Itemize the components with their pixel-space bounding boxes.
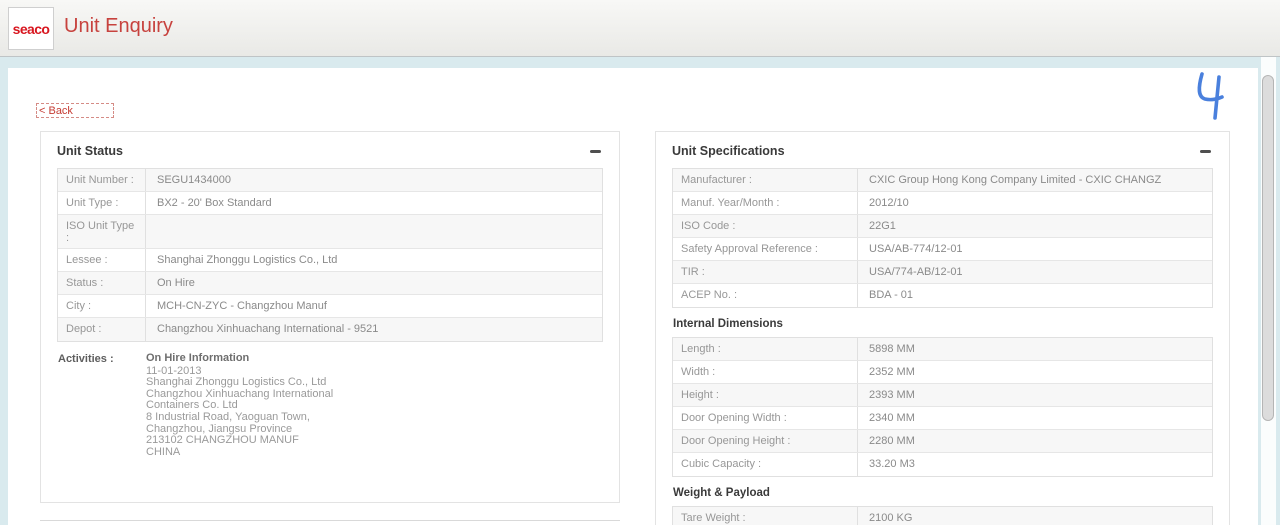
row-value: 22G1 bbox=[869, 220, 896, 232]
row-label: Manuf. Year/Month : bbox=[673, 192, 858, 214]
row-value: 2100 KG bbox=[869, 512, 913, 524]
internal-dimensions-title: Internal Dimensions bbox=[673, 318, 783, 330]
collapse-minus-icon[interactable] bbox=[1200, 149, 1211, 153]
table-row: Tare Weight : 2100 KG bbox=[673, 507, 1212, 525]
table-row: Unit Number : SEGU1434000 bbox=[58, 169, 602, 192]
row-value bbox=[146, 215, 602, 248]
row-label: Cubic Capacity : bbox=[673, 453, 858, 476]
row-value: USA/774-AB/12-01 bbox=[869, 266, 963, 278]
row-value: 2280 MM bbox=[869, 435, 915, 447]
table-row: ISO Unit Type : bbox=[58, 215, 602, 249]
activity-line: 8 Industrial Road, Yaoguan Town, bbox=[146, 410, 310, 423]
row-label: Unit Type : bbox=[58, 192, 146, 214]
table-row: ACEP No. : BDA - 01 bbox=[673, 284, 1212, 307]
internal-dimensions-table: Length : 5898 MM Width : 2352 MM Height … bbox=[672, 337, 1213, 477]
weight-payload-title: Weight & Payload bbox=[673, 487, 770, 499]
row-label: City : bbox=[58, 295, 146, 317]
table-row: ISO Code : 22G1 bbox=[673, 215, 1212, 238]
unit-specifications-table: Manufacturer : CXIC Group Hong Kong Comp… bbox=[672, 168, 1213, 308]
table-row: Width : 2352 MM bbox=[673, 361, 1212, 384]
row-label: Lessee : bbox=[58, 249, 146, 271]
row-value: Shanghai Zhonggu Logistics Co., Ltd bbox=[157, 254, 338, 266]
table-row: Depot : Changzhou Xinhuachang Internatio… bbox=[58, 318, 602, 341]
row-label: Depot : bbox=[58, 318, 146, 341]
row-value: On Hire bbox=[157, 277, 195, 289]
row-value: 2352 MM bbox=[869, 366, 915, 378]
table-row: Unit Type : BX2 - 20' Box Standard bbox=[58, 192, 602, 215]
row-value: BX2 - 20' Box Standard bbox=[157, 197, 272, 209]
page-title: Unit Enquiry bbox=[64, 15, 173, 37]
unit-status-panel: Unit Status Unit Number : SEGU1434000 Un… bbox=[40, 131, 620, 503]
row-label: Unit Number : bbox=[58, 169, 146, 191]
activities-label: Activities : bbox=[58, 353, 114, 365]
row-value: Changzhou Xinhuachang International - 95… bbox=[157, 323, 379, 335]
weight-payload-table: Tare Weight : 2100 KG bbox=[672, 506, 1213, 525]
table-row: Cubic Capacity : 33.20 M3 bbox=[673, 453, 1212, 476]
row-value: BDA - 01 bbox=[869, 289, 914, 301]
activities-content: On Hire Information 11-01-2013 Shanghai … bbox=[146, 352, 333, 459]
row-label: Status : bbox=[58, 272, 146, 294]
row-label: TIR : bbox=[673, 261, 858, 283]
unit-status-title: Unit Status bbox=[57, 144, 123, 158]
row-label: ACEP No. : bbox=[673, 284, 858, 307]
row-value: 2340 MM bbox=[869, 412, 915, 424]
row-value: 2012/10 bbox=[869, 197, 909, 209]
seaco-logo[interactable]: seaco bbox=[8, 7, 54, 50]
activities-heading: On Hire Information bbox=[146, 352, 250, 364]
row-value: CXIC Group Hong Kong Company Limited - C… bbox=[869, 174, 1162, 186]
vertical-scrollbar-thumb[interactable] bbox=[1262, 75, 1274, 421]
activity-line: 213102 CHANGZHOU MANUF bbox=[146, 434, 299, 447]
row-value: MCH-CN-ZYC - Changzhou Manuf bbox=[157, 300, 327, 312]
table-row: Length : 5898 MM bbox=[673, 338, 1212, 361]
row-label: Width : bbox=[673, 361, 858, 383]
unit-status-header: Unit Status bbox=[57, 143, 603, 159]
table-row: Door Opening Width : 2340 MM bbox=[673, 407, 1212, 430]
row-value: USA/AB-774/12-01 bbox=[869, 243, 963, 255]
unit-specifications-title: Unit Specifications bbox=[672, 144, 785, 158]
row-label: Tare Weight : bbox=[673, 507, 858, 525]
next-section-top-edge bbox=[40, 520, 620, 521]
row-value: SEGU1434000 bbox=[157, 174, 231, 186]
row-label: Door Opening Width : bbox=[673, 407, 858, 429]
row-label: Safety Approval Reference : bbox=[673, 238, 858, 260]
table-row: City : MCH-CN-ZYC - Changzhou Manuf bbox=[58, 295, 602, 318]
unit-status-table: Unit Number : SEGU1434000 Unit Type : BX… bbox=[57, 168, 603, 342]
row-value: 5898 MM bbox=[869, 343, 915, 355]
row-label: Door Opening Height : bbox=[673, 430, 858, 452]
seaco-logo-text: seaco bbox=[12, 20, 50, 37]
unit-specifications-panel: Unit Specifications Manufacturer : CXIC … bbox=[655, 131, 1230, 525]
activities-section: Activities : On Hire Information 11-01-2… bbox=[57, 352, 603, 459]
row-label: Height : bbox=[673, 384, 858, 406]
table-row: Manufacturer : CXIC Group Hong Kong Comp… bbox=[673, 169, 1212, 192]
row-label: Manufacturer : bbox=[673, 169, 858, 191]
activities-lines: 11-01-2013 Shanghai Zhonggu Logistics Co… bbox=[146, 365, 333, 459]
table-row: Height : 2393 MM bbox=[673, 384, 1212, 407]
handwritten-4-strokes bbox=[1197, 72, 1224, 120]
activity-line: CHINA bbox=[146, 445, 181, 458]
table-row: TIR : USA/774-AB/12-01 bbox=[673, 261, 1212, 284]
back-link[interactable]: < Back bbox=[36, 103, 114, 118]
table-row: Safety Approval Reference : USA/AB-774/1… bbox=[673, 238, 1212, 261]
row-label: ISO Code : bbox=[673, 215, 858, 237]
row-value: 2393 MM bbox=[869, 389, 915, 401]
row-value: 33.20 M3 bbox=[869, 458, 915, 470]
table-row: Status : On Hire bbox=[58, 272, 602, 295]
handwritten-4-annotation: 4 bbox=[1192, 70, 1226, 122]
table-row: Door Opening Height : 2280 MM bbox=[673, 430, 1212, 453]
row-label: Length : bbox=[673, 338, 858, 360]
header-bar: seaco Unit Enquiry bbox=[0, 0, 1280, 57]
row-label: ISO Unit Type : bbox=[58, 215, 146, 248]
unit-specifications-header: Unit Specifications bbox=[672, 143, 1213, 159]
table-row: Manuf. Year/Month : 2012/10 bbox=[673, 192, 1212, 215]
collapse-minus-icon[interactable] bbox=[590, 149, 601, 153]
table-row: Lessee : Shanghai Zhonggu Logistics Co.,… bbox=[58, 249, 602, 272]
unit-enquiry-page: seaco Unit Enquiry < Back 4 Unit Status … bbox=[0, 0, 1280, 525]
